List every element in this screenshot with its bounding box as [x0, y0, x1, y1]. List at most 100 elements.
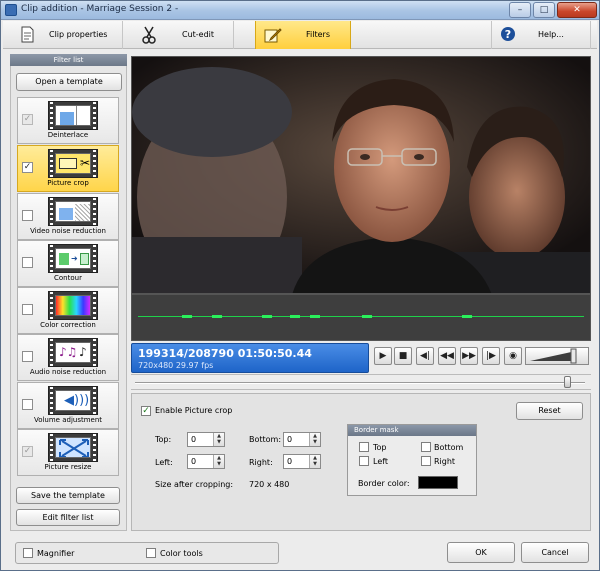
filter-name: Deinterlace: [47, 131, 89, 139]
audio-waveform: [131, 294, 591, 341]
pencil-icon: [264, 26, 282, 48]
bottom-label: Bottom:: [249, 435, 282, 444]
color-tools-checkbox[interactable]: [146, 548, 156, 558]
filter-checkbox[interactable]: [22, 257, 33, 268]
filter-checkbox[interactable]: ✓: [22, 114, 33, 125]
top-stepper[interactable]: 0 ▲ ▼: [187, 432, 225, 447]
tab-cut-edit[interactable]: Cut-edit: [124, 21, 234, 49]
tab-label: Filters: [306, 30, 330, 39]
video-noise-icon: [48, 197, 98, 226]
filter-list-header: Filter list: [10, 54, 127, 66]
dialog-window: Clip addition - Marriage Session 2 - – □…: [0, 0, 600, 571]
filter-checkbox[interactable]: [22, 399, 33, 410]
stepper-arrows-icon[interactable]: ▲ ▼: [309, 433, 320, 446]
audio-noise-icon: ♪♫ ♪: [48, 338, 98, 367]
filter-item-deinterlace[interactable]: ✓ Deinterlace: [17, 97, 119, 144]
filter-item-picture-resize[interactable]: ✓ Picture resize: [17, 429, 119, 476]
tab-label: Help...: [538, 30, 564, 39]
waveform-peak: [290, 315, 300, 318]
tab-label: Clip properties: [49, 30, 108, 39]
waveform-peak: [310, 315, 320, 318]
filter-item-video-noise-reduction[interactable]: Video noise reduction: [17, 193, 119, 240]
border-color-label: Border color:: [358, 479, 410, 488]
color-tools-label: Color tools: [160, 549, 203, 558]
seek-thumb[interactable]: [564, 376, 571, 388]
magnifier-label: Magnifier: [37, 549, 75, 558]
filter-name: Volume adjustment: [33, 416, 103, 424]
left-value: 0: [191, 457, 197, 466]
stepper-arrows-icon[interactable]: ▲ ▼: [309, 455, 320, 468]
tab-clip-properties[interactable]: Clip properties: [13, 21, 123, 49]
volume-slider[interactable]: [525, 347, 589, 365]
size-after-cropping-value: 720 x 480: [249, 480, 290, 489]
edit-filter-list-button[interactable]: Edit filter list: [16, 509, 120, 526]
tab-filters[interactable]: Filters: [255, 21, 351, 49]
previous-frame-button[interactable]: ◀|: [416, 347, 434, 365]
mask-bottom-checkbox[interactable]: [421, 442, 431, 452]
speaker-icon[interactable]: ◉: [504, 347, 522, 365]
open-template-button[interactable]: Open a template: [16, 73, 122, 91]
filter-name: Audio noise reduction: [29, 368, 107, 376]
tab-help[interactable]: ? Help...: [491, 21, 591, 49]
contour-icon: ➜: [48, 244, 98, 273]
scissors-icon: [142, 26, 156, 48]
filter-item-contour[interactable]: ➜ Contour: [17, 240, 119, 287]
left-stepper[interactable]: 0 ▲ ▼: [187, 454, 225, 469]
mask-bottom-label: Bottom: [434, 443, 464, 452]
help-icon: ?: [500, 26, 516, 46]
border-mask-title: Border mask: [348, 425, 476, 436]
window-title: Clip addition - Marriage Session 2 -: [21, 4, 179, 14]
mask-top-label: Top: [373, 443, 387, 452]
close-button[interactable]: ✕: [557, 2, 597, 18]
mask-right-label: Right: [434, 457, 456, 466]
filter-item-color-correction[interactable]: Color correction: [17, 287, 119, 334]
bottom-stepper[interactable]: 0 ▲ ▼: [283, 432, 321, 447]
stop-button[interactable]: ■: [394, 347, 412, 365]
mask-top-checkbox[interactable]: [359, 442, 369, 452]
filter-name: Picture resize: [44, 463, 92, 471]
filter-checkbox[interactable]: [22, 210, 33, 221]
waveform-peak: [212, 315, 222, 318]
timecode-display: 199314/208790 01:50:50.44 720x480 29.97 …: [131, 343, 369, 373]
app-icon: [5, 4, 17, 16]
seek-bar[interactable]: [131, 374, 591, 390]
frame-time-readout: 199314/208790 01:50:50.44: [138, 347, 312, 360]
mask-right-checkbox[interactable]: [421, 456, 431, 466]
left-label: Left:: [155, 458, 173, 467]
seek-track: [135, 382, 585, 384]
waveform-peak: [262, 315, 272, 318]
right-value: 0: [287, 457, 293, 466]
picture-crop-icon: ✂: [48, 149, 98, 178]
next-frame-button[interactable]: |▶: [482, 347, 500, 365]
ok-button[interactable]: OK: [447, 542, 515, 563]
size-after-cropping-label: Size after cropping:: [155, 480, 234, 489]
magnifier-checkbox[interactable]: [23, 548, 33, 558]
filter-name: Color correction: [40, 321, 96, 329]
fast-forward-button[interactable]: ▶▶: [460, 347, 478, 365]
save-template-button[interactable]: Save the template: [16, 487, 120, 504]
filter-checkbox[interactable]: ✓: [22, 162, 33, 173]
rewind-button[interactable]: ◀◀: [438, 347, 456, 365]
deinterlace-icon: [48, 101, 98, 130]
tab-label: Cut-edit: [182, 30, 215, 39]
filter-checkbox[interactable]: ✓: [22, 446, 33, 457]
minimize-button[interactable]: –: [509, 2, 531, 18]
mask-left-checkbox[interactable]: [359, 456, 369, 466]
stepper-arrows-icon[interactable]: ▲ ▼: [213, 455, 224, 468]
cancel-button[interactable]: Cancel: [521, 542, 589, 563]
filter-item-volume-adjustment[interactable]: ◀))) Volume adjustment: [17, 382, 119, 429]
filter-name: Picture crop: [47, 179, 89, 187]
border-color-swatch[interactable]: [418, 476, 458, 489]
maximize-button[interactable]: □: [533, 2, 555, 18]
right-stepper[interactable]: 0 ▲ ▼: [283, 454, 321, 469]
picture-resize-icon: [48, 433, 98, 462]
filter-checkbox[interactable]: [22, 304, 33, 315]
play-button[interactable]: ▶: [374, 347, 392, 365]
filter-item-audio-noise-reduction[interactable]: ♪♫ ♪ Audio noise reduction: [17, 334, 119, 381]
filter-checkbox[interactable]: [22, 351, 33, 362]
filter-item-picture-crop[interactable]: ✓ ✂ Picture crop: [17, 145, 119, 192]
stepper-arrows-icon[interactable]: ▲ ▼: [213, 433, 224, 446]
enable-picture-crop-checkbox[interactable]: ✓: [141, 406, 151, 416]
reset-button[interactable]: Reset: [516, 402, 583, 420]
top-value: 0: [191, 435, 197, 444]
